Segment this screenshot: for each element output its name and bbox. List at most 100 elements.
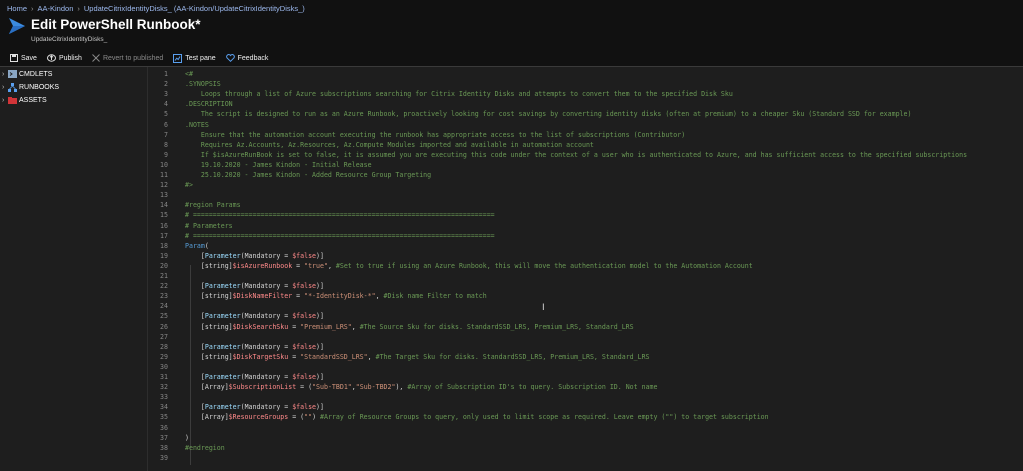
code-line[interactable]: 38 #endregion — [148, 443, 1023, 453]
code-line[interactable]: 24 — [148, 301, 1023, 311]
code-token: = — [288, 322, 301, 331]
code-line[interactable]: 29 [string]$DiskTargetSku = "StandardSSD… — [148, 352, 1023, 362]
line-number: 21 — [160, 272, 168, 280]
code-token: "StandardSSD_LRS" — [300, 352, 368, 361]
code-line[interactable]: 25 [Parameter(Mandatory = $false)] — [148, 311, 1023, 321]
code-text: 25.10.2020 - James Kindon - Added Resour… — [185, 170, 431, 180]
code-line[interactable]: 9 If $isAzureRunBook is set to false, it… — [148, 150, 1023, 160]
code-token: The script is designed to run as an Azur… — [185, 110, 912, 119]
code-text: [Parameter(Mandatory = $false)] — [185, 402, 324, 412]
publish-icon — [46, 54, 56, 62]
line-number: 25 — [160, 312, 168, 321]
code-line[interactable]: 13 — [148, 190, 1023, 200]
code-token: $false — [292, 342, 317, 351]
code-line[interactable]: 7 Ensure that the automation account exe… — [148, 130, 1023, 140]
test-pane-button[interactable]: Test pane — [173, 53, 216, 63]
code-token: $ResourceGroups — [228, 413, 289, 422]
code-token: )] — [316, 251, 324, 260]
breadcrumb-automation-account[interactable]: AA-Kindon — [38, 4, 74, 13]
code-line[interactable]: 15 # ====================================… — [148, 210, 1023, 220]
code-token: [string] — [185, 352, 233, 361]
code-token: Ensure that the automation account execu… — [185, 130, 686, 139]
code-line[interactable]: 19 [Parameter(Mandatory = $false)] — [148, 251, 1023, 261]
code-token: "*-IdentityDisk-*" — [304, 292, 376, 301]
code-line[interactable]: 20 [string]$isAzureRunbook = "true", #Se… — [148, 261, 1023, 271]
code-text: Requires Az.Accounts, Az.Resources, Az.C… — [185, 140, 594, 150]
code-token: [Array] — [185, 413, 229, 422]
line-number: 24 — [160, 302, 168, 311]
code-token: .NOTES — [185, 120, 209, 129]
code-editor[interactable]: I 1 <# 2 .SYNOPSIS 3 Loops through a list of… — [148, 67, 1023, 471]
code-line[interactable]: 27 — [148, 332, 1023, 342]
tree-item-runbooks[interactable]: › RUNBOOKS — [0, 81, 147, 93]
code-line[interactable]: 36 — [148, 423, 1023, 433]
breadcrumb-runbook[interactable]: UpdateCitrixIdentityDisks_ (AA-Kindon/Up… — [84, 4, 305, 13]
code-token: [ — [185, 282, 205, 291]
code-token: [ — [185, 373, 205, 381]
code-line[interactable]: 22 [Parameter(Mandatory = $false)] — [148, 281, 1023, 291]
code-token: $DiskNameFilter — [232, 292, 293, 301]
assets-icon — [8, 96, 17, 104]
code-text: #endregion — [185, 443, 225, 453]
code-line[interactable]: 3 Loops through a list of Azure subscrip… — [148, 89, 1023, 99]
code-line[interactable]: 33 — [148, 392, 1023, 402]
code-line[interactable]: 16 # Parameters — [148, 221, 1023, 231]
line-number: 18 — [160, 241, 168, 250]
code-token: $false — [292, 282, 317, 291]
tree-item-cmdlets[interactable]: › CMDLETS — [0, 68, 147, 80]
line-number: 39 — [160, 453, 168, 462]
code-line[interactable]: 34 [Parameter(Mandatory = $false)] — [148, 402, 1023, 412]
line-number: 5 — [164, 110, 168, 119]
code-text: .SYNOPSIS — [185, 79, 221, 89]
code-token: [string] — [185, 261, 233, 270]
revert-label: Revert to published — [102, 54, 164, 62]
code-line[interactable]: 10 19.10.2020 - James Kindon - Initial R… — [148, 160, 1023, 170]
powershell-icon — [8, 16, 26, 38]
revert-to-published-button[interactable]: Revert to published — [92, 54, 163, 62]
tree-item-assets[interactable]: › ASSETS — [0, 94, 147, 106]
code-line[interactable]: 37) — [148, 433, 1023, 443]
code-token: (Mandatory = — [240, 312, 293, 321]
code-line[interactable]: 5 The script is designed to run as an Az… — [148, 109, 1023, 119]
publish-button[interactable]: Publish — [46, 54, 82, 62]
breadcrumb-home[interactable]: Home — [7, 4, 27, 13]
code-line[interactable]: 32 [Array]$SubscriptionList = ("Sub-TBD1… — [148, 382, 1023, 392]
line-number: 37 — [160, 433, 168, 442]
code-line[interactable]: 6 .NOTES — [148, 120, 1023, 130]
code-line[interactable]: 11 25.10.2020 - James Kindon - Added Res… — [148, 170, 1023, 180]
code-line[interactable]: 31 [Parameter(Mandatory = $false)] — [148, 372, 1023, 382]
code-token: Parameter — [204, 282, 241, 291]
code-line[interactable]: 26 [string]$DiskSearchSku = "Premium_LRS… — [148, 322, 1023, 332]
code-line[interactable]: 2 .SYNOPSIS — [148, 79, 1023, 89]
code-line[interactable]: 39 — [148, 453, 1023, 463]
code-line[interactable]: 28 [Parameter(Mandatory = $false)] — [148, 342, 1023, 352]
code-line[interactable]: 17 # ====================================… — [148, 231, 1023, 241]
code-token: [ — [185, 251, 205, 260]
code-token: # ======================================… — [185, 211, 495, 220]
line-number: 38 — [160, 443, 168, 452]
code-text: ) — [185, 433, 189, 443]
code-token: #Set to true if using an Azure Runbook, … — [335, 261, 753, 270]
code-token: Parameter — [204, 373, 241, 381]
line-number: 2 — [164, 80, 168, 89]
code-token: [string] — [185, 292, 233, 301]
code-line[interactable]: 30 — [148, 362, 1023, 372]
save-button[interactable]: Save — [10, 54, 37, 62]
code-line[interactable]: 4 .DESCRIPTION — [148, 99, 1023, 109]
code-token: If $isAzureRunBook is set to false, it i… — [185, 150, 968, 159]
code-line[interactable]: 35 [Array]$ResourceGroups = ("") #Array … — [148, 412, 1023, 422]
feedback-button[interactable]: Feedback — [225, 54, 268, 62]
code-line[interactable]: 23 [string]$DiskNameFilter = "*-Identity… — [148, 291, 1023, 301]
code-text: # ======================================… — [185, 210, 495, 220]
code-line[interactable]: 12 #> — [148, 180, 1023, 190]
code-line[interactable]: 21 — [148, 271, 1023, 281]
code-token: Parameter — [204, 403, 241, 412]
close-icon — [92, 54, 100, 62]
code-line[interactable]: 14 #region Params — [148, 200, 1023, 210]
code-line[interactable]: 8 Requires Az.Accounts, Az.Resources, Az… — [148, 140, 1023, 150]
code-line[interactable]: 18 Param( — [148, 241, 1023, 251]
code-line[interactable]: 1 <# — [148, 69, 1023, 79]
line-number: 15 — [160, 211, 168, 220]
line-number: 29 — [160, 352, 168, 361]
breadcrumb-separator: › — [31, 4, 34, 13]
